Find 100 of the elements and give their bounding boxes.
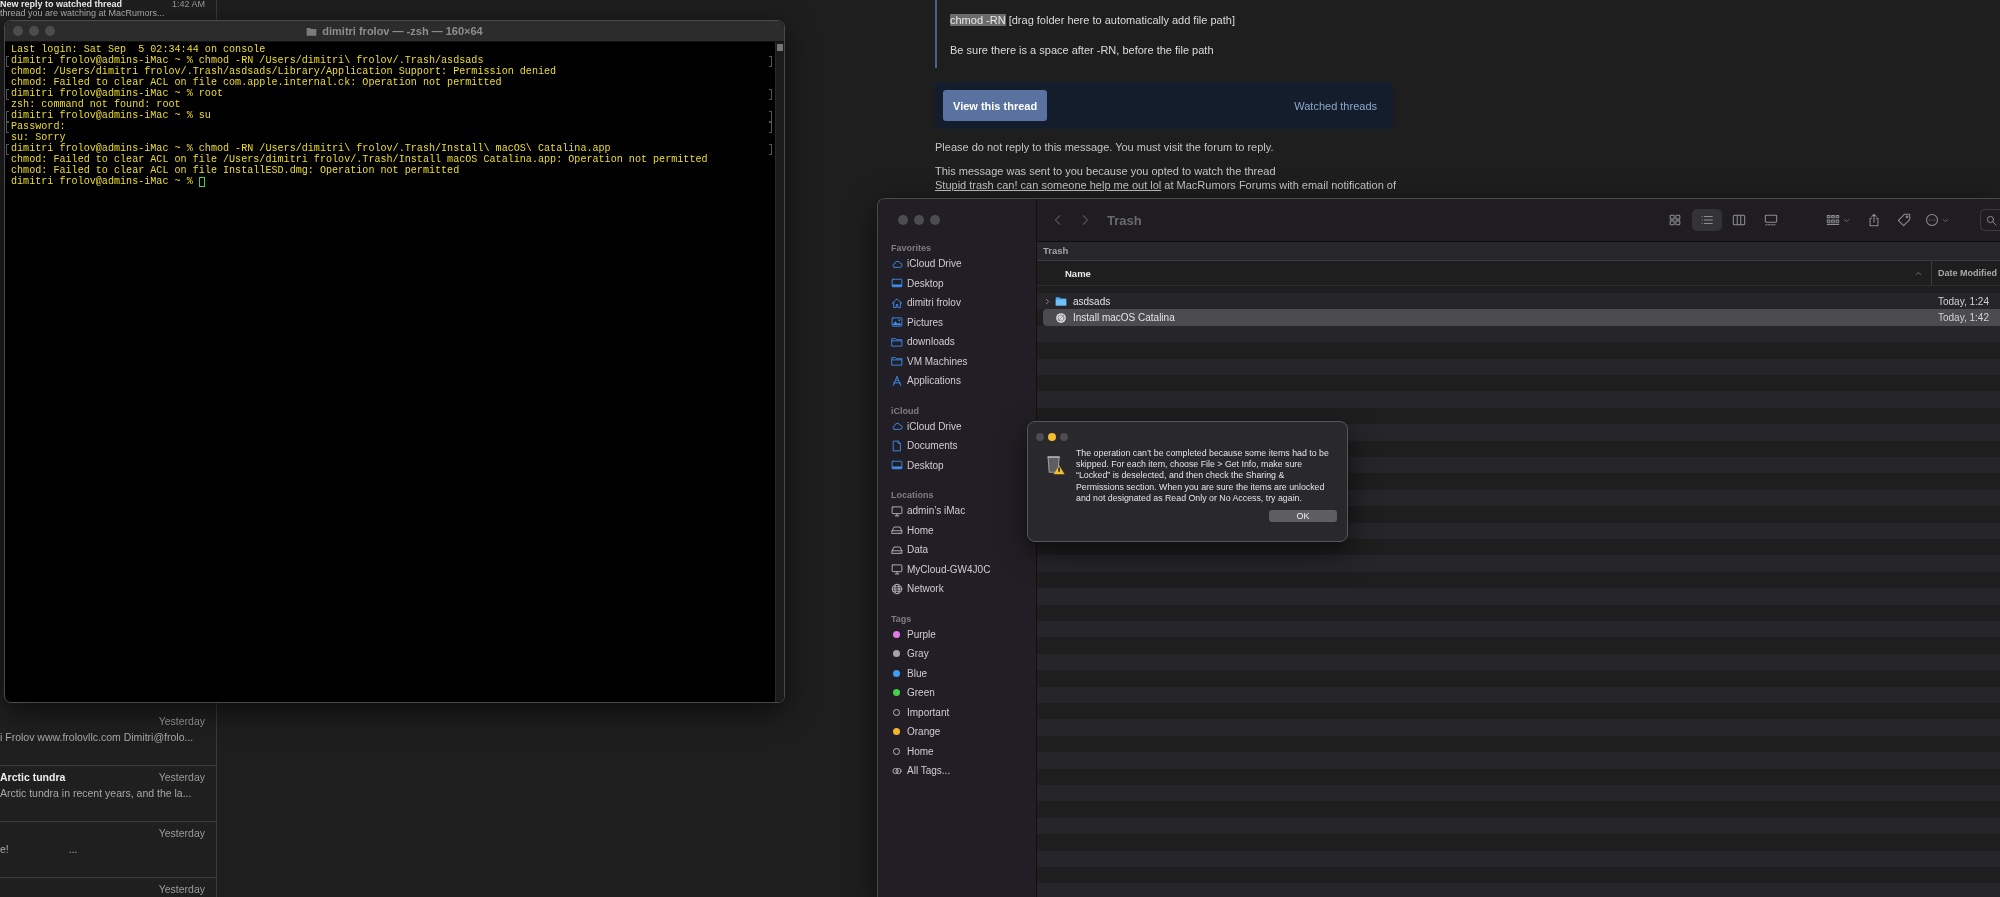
terminal-line: dimitri frolov@admins-iMac ~ % chmod -RN /Users/dimitri\ frolov/.Trash/Install\ macOS\ Catalina.app xyxy=(6,143,775,154)
sidebar-heading: iCloud xyxy=(891,404,920,417)
sidebar-item[interactable]: Home xyxy=(891,741,1036,761)
message-preview: thread you are watching at MacRumors... xyxy=(0,8,165,18)
ok-button[interactable]: OK xyxy=(1269,510,1337,522)
terminal-line: chmod: Failed to clear ACL on file /Users/dimitri frolov/.Trash/Install macOS Catalina.app: Operation not permitted xyxy=(10,154,709,165)
display-icon xyxy=(891,459,903,472)
terminal-line: dimitri frolov@admins-iMac ~ % root xyxy=(6,88,775,99)
sidebar-item[interactable]: iCloud Drive xyxy=(891,254,1036,274)
cloud-icon xyxy=(891,420,903,433)
computer-icon xyxy=(891,563,903,576)
sidebar-item[interactable]: Blue xyxy=(891,663,1036,683)
folder-icon xyxy=(306,25,318,37)
message-preview: e! xyxy=(0,843,9,855)
highlighted-text: chmod -RN xyxy=(950,14,1006,26)
terminal-line: Password: xyxy=(6,121,775,132)
drive-icon xyxy=(891,543,903,556)
sidebar-item[interactable]: Data xyxy=(891,540,1036,560)
message-preview: i Frolov www.frolovllc.com Dimitri@frolo... xyxy=(0,731,194,743)
apps-icon xyxy=(891,374,903,387)
view-button[interactable] xyxy=(1692,209,1722,231)
folder-icon xyxy=(891,335,903,348)
gallery-view-icon xyxy=(1764,213,1778,227)
message-title: Arctic tundra xyxy=(0,771,66,783)
sidebar-item[interactable]: Home xyxy=(891,520,1036,540)
group-icon xyxy=(1826,213,1840,227)
message-time: Yesterday xyxy=(158,715,205,727)
terminal-line: dimitri frolov@admins-iMac ~ % xyxy=(6,176,775,187)
terminal-line: chmod: Failed to clear ACL on file com.apple.internal.ck: Operation not permitted xyxy=(10,77,503,88)
tag-icon[interactable] xyxy=(1897,213,1911,227)
message-time: Yesterday xyxy=(158,771,205,783)
terminal-line: su: Sorry xyxy=(10,132,66,143)
terminal-line: dimitri frolov@admins-iMac ~ % chmod -RN /Users/dimitri\ frolov/.Trash/asdsads xyxy=(6,55,775,66)
group-button[interactable] xyxy=(1826,213,1851,227)
sidebar-heading: Tags xyxy=(891,612,913,625)
share-icon[interactable] xyxy=(1867,213,1881,227)
path-bar: Trash xyxy=(1037,242,2000,261)
column-header[interactable]: Name xyxy=(1037,261,1932,285)
message-time: Yesterday xyxy=(158,883,205,895)
notice-text: Please do not reply to this message. You must visit the forum to reply. xyxy=(935,140,1275,154)
column-header[interactable]: Date Modified xyxy=(1932,261,2000,285)
sidebar-item[interactable]: All Tags... xyxy=(891,761,1036,781)
folder-icon xyxy=(891,355,903,368)
terminal-line: zsh: command not found: root xyxy=(10,99,182,110)
house-icon xyxy=(891,296,903,309)
sidebar-item[interactable]: Purple xyxy=(891,624,1036,644)
terminal-line: chmod: /Users/dimitri frolov/.Trash/asdsads/Library/Application Support: Permission denied xyxy=(10,66,558,77)
picture-icon xyxy=(891,316,903,329)
drive-icon xyxy=(891,524,903,537)
sidebar-item[interactable]: VM Machines xyxy=(891,351,1036,371)
file-row[interactable]: asdsads Today, 1:24 xyxy=(1043,293,2000,310)
sidebar-item[interactable]: Desktop xyxy=(891,455,1036,475)
sidebar-item[interactable]: Documents xyxy=(891,436,1036,456)
file-name: Install macOS Catalina xyxy=(1073,312,1175,324)
search-icon xyxy=(1986,214,1997,226)
sidebar-item[interactable]: iCloud Drive xyxy=(891,416,1036,436)
sidebar-heading: Favorites xyxy=(891,242,933,254)
file-name: asdsads xyxy=(1073,295,1111,307)
sidebar-item[interactable]: Pictures xyxy=(891,312,1036,332)
sidebar-item[interactable]: Network xyxy=(891,579,1036,599)
date-modified: Today, 1:42 xyxy=(1937,312,1990,324)
sidebar-item[interactable]: dimitri frolov xyxy=(891,293,1036,313)
quote-text: Be sure there is a space after -RN, before the file path xyxy=(950,43,1215,57)
sidebar-item[interactable]: Important xyxy=(891,702,1036,722)
window-title: Trash xyxy=(1107,212,1142,228)
sidebar-item[interactable]: downloads xyxy=(891,332,1036,352)
list-view-icon xyxy=(1700,213,1714,227)
view-thread-button[interactable]: View this thread xyxy=(943,90,1048,121)
disclosure-icon[interactable] xyxy=(1043,296,1052,306)
sidebar-heading: Locations xyxy=(891,489,935,501)
watched-threads-link[interactable]: Watched threads xyxy=(1294,99,1377,112)
globe-icon xyxy=(891,582,903,595)
sidebar-item[interactable]: Green xyxy=(891,683,1036,703)
quote-text: [drag folder here to automatically add file path] xyxy=(1008,14,1235,26)
message-title: New reply to watched thread xyxy=(0,0,123,9)
computer-icon xyxy=(891,504,903,517)
terminal-line: Last login: Sat Sep 5 02:34:44 on console xyxy=(10,44,266,55)
sidebar-item[interactable]: Gray xyxy=(891,644,1036,664)
message-preview: ... xyxy=(68,843,78,855)
sidebar-item[interactable]: MyCloud-GW4J0C xyxy=(891,559,1036,579)
sidebar-item[interactable]: Orange xyxy=(891,722,1036,742)
folder-icon xyxy=(1055,295,1067,308)
sidebar-item[interactable]: Desktop xyxy=(891,273,1036,293)
display-icon xyxy=(891,277,903,290)
message-time: Yesterday xyxy=(158,827,205,839)
more-button[interactable] xyxy=(1925,213,1950,227)
terminal-line: chmod: Failed to clear ACL on file InstallESD.dmg: Operation not permitted xyxy=(10,165,461,176)
thread-link[interactable]: Stupid trash can! can someone help me out lol xyxy=(935,179,1162,191)
message-preview: Arctic tundra in recent years, and the la... xyxy=(0,787,192,799)
alert-message: The operation can’t be completed because some items had to be skipped. For each item, choose File > Get Info, make sure “Locked” is deselected, and then check the Sharing & Permissions section. When you are sure the items are unlocked and not designated as Read Only or No Access, try again. xyxy=(1076,448,1330,504)
ellipsis-icon xyxy=(1925,213,1939,227)
search-field[interactable] xyxy=(1980,209,2000,231)
app-icon xyxy=(1055,311,1067,324)
message-time: 1:42 AM xyxy=(171,0,205,9)
column-view-icon xyxy=(1732,213,1746,227)
footer-text: This message was sent to you because you opted to watch the thread Stupid trash can! can someone help me out lol at MacRumors Forums with email notification of xyxy=(935,164,1397,192)
sidebar-item[interactable]: admin’s iMac xyxy=(891,501,1036,521)
document-icon xyxy=(891,439,903,452)
file-row[interactable]: Install macOS Catalina Today, 1:42 xyxy=(1043,309,2000,326)
sidebar-item[interactable]: Applications xyxy=(891,371,1036,391)
